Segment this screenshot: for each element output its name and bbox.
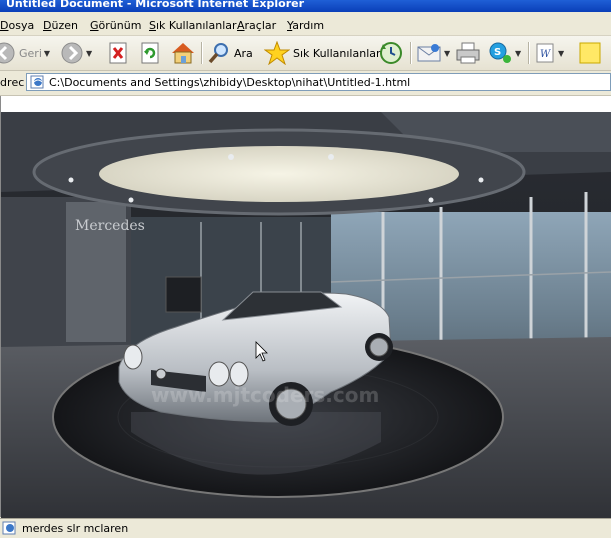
page-content: Mercedes www.mjtcoders.com: [0, 96, 611, 533]
svg-text:S: S: [494, 47, 501, 58]
menu-edit[interactable]: Düzen: [43, 19, 78, 32]
showroom-car-image: Mercedes www.mjtcoders.com: [1, 112, 611, 533]
print-button[interactable]: [455, 40, 481, 66]
messenger-dropdown-icon[interactable]: ▼: [515, 49, 521, 58]
refresh-icon: [141, 42, 159, 64]
history-button[interactable]: [378, 40, 404, 66]
ie-page-icon: [2, 521, 16, 535]
toolbar-separator: [528, 42, 529, 64]
window-title: Untitled Document - Microsoft Internet E…: [6, 0, 305, 10]
address-label: drес: [0, 76, 25, 89]
forward-button[interactable]: ▼: [60, 40, 92, 66]
status-text: merdes slr mclaren: [22, 522, 129, 535]
refresh-button[interactable]: [140, 40, 162, 66]
word-edit-icon: W: [536, 43, 554, 63]
search-button[interactable]: Ara: [207, 40, 253, 66]
watermark-text: www.mjtcoders.com: [151, 383, 379, 407]
edit-dropdown-icon[interactable]: ▼: [558, 49, 564, 58]
address-input[interactable]: C:\Documents and Settings\zhibidy\Deskto…: [26, 73, 611, 91]
home-icon: [172, 43, 194, 64]
menu-bar: Dosya Düzen Görünüm Sık Kullanılanlar Ar…: [0, 13, 611, 36]
forward-dropdown-icon[interactable]: ▼: [86, 49, 92, 58]
menu-help[interactable]: Yardım: [287, 19, 324, 32]
sticky-note-icon: [579, 42, 601, 64]
back-arrow-icon: [0, 42, 15, 64]
page-icon: [30, 75, 44, 89]
menu-favorites[interactable]: Sık Kullanılanlar: [149, 19, 237, 32]
home-button[interactable]: [170, 40, 196, 66]
forward-arrow-icon: [61, 42, 83, 64]
messenger-button[interactable]: S ▼: [487, 40, 521, 66]
menu-file[interactable]: Dosya: [0, 19, 34, 32]
title-bar: Untitled Document - Microsoft Internet E…: [0, 0, 611, 12]
toolbar-separator: [410, 42, 411, 64]
wall-sign-text: Mercedes: [75, 218, 145, 234]
edit-button[interactable]: W ▼: [534, 40, 564, 66]
status-bar: merdes slr mclaren: [0, 518, 611, 538]
stop-icon: [109, 42, 127, 64]
toolbar-separator: [201, 42, 202, 64]
address-value: C:\Documents and Settings\zhibidy\Deskto…: [49, 76, 411, 89]
star-icon: [264, 41, 290, 65]
standard-toolbar: Geri ▼ ▼ Ara Sık Kullanılanlar ▼ S ▼ W ▼: [0, 36, 611, 71]
notes-button[interactable]: [578, 40, 602, 66]
address-bar: drес C:\Documents and Settings\zhibidy\D…: [0, 71, 611, 96]
mail-button[interactable]: ▼: [416, 40, 450, 66]
back-dropdown-icon[interactable]: ▼: [44, 49, 50, 58]
messenger-icon: S: [489, 42, 511, 63]
menu-tools[interactable]: Araçlar: [237, 19, 276, 32]
mail-icon: [417, 44, 441, 62]
history-icon: [380, 42, 402, 64]
search-icon: [208, 43, 228, 64]
favorites-button[interactable]: Sık Kullanılanlar: [264, 40, 381, 66]
stop-button[interactable]: [108, 40, 130, 66]
menu-view[interactable]: Görünüm: [90, 19, 141, 32]
mail-dropdown-icon[interactable]: ▼: [444, 49, 450, 58]
svg-text:W: W: [540, 49, 551, 60]
printer-icon: [456, 42, 480, 64]
back-button[interactable]: Geri ▼: [0, 40, 50, 66]
